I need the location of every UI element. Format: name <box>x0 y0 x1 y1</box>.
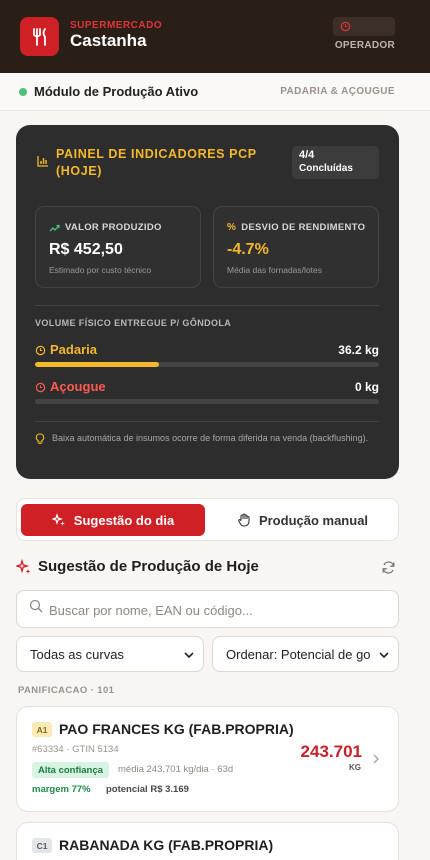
sparkles-icon <box>51 513 65 526</box>
refresh-icon[interactable] <box>381 560 396 575</box>
bakery-progress-bar <box>35 362 379 367</box>
kpi-dashboard: PAINEL DE INDICADORES PCP (HOJE) 4/4 Con… <box>16 125 399 479</box>
mode-tabs: Sugestão do dia Produção manual <box>16 498 399 541</box>
dashboard-title: PAINEL DE INDICADORES PCP (HOJE) <box>56 147 257 178</box>
chevron-down-icon <box>378 649 390 661</box>
kpi-subtitle: Estimado por custo técnico <box>49 265 152 275</box>
lightbulb-icon <box>35 433 45 445</box>
percent-icon: % <box>227 222 237 233</box>
potential-text: potencial R$ 3.169 <box>106 784 189 795</box>
clock-icon <box>35 345 46 356</box>
kpi-produced-value: VALOR PRODUZIDO R$ 452,50 Estimado por c… <box>35 206 201 288</box>
kpi-subtitle: Média das fornadas/lotes <box>227 265 322 275</box>
user-menu[interactable] <box>333 17 395 36</box>
backflush-note: Baixa automática de insumos ocorre de fo… <box>52 433 369 443</box>
sector-label: PADARIA & AÇOUGUE <box>280 86 395 97</box>
product-name: RABANADA KG (FAB.PROPRIA) <box>59 837 274 853</box>
kpi-label: DESVIO DE RENDIMENTO <box>241 222 366 233</box>
module-status: Módulo de Produção Ativo <box>34 84 199 99</box>
bakery-label: Padaria <box>50 342 97 357</box>
clock-icon <box>35 382 46 393</box>
status-dot <box>19 88 27 96</box>
divider <box>35 421 379 422</box>
app-header: SUPERMERCADO Castanha OPERADOR <box>0 0 430 73</box>
hand-icon <box>238 513 250 527</box>
clock-icon <box>340 21 351 32</box>
volume-label: VOLUME FÍSICO ENTREGUE P/ GÔNDOLA <box>35 318 232 328</box>
search-box <box>16 590 399 628</box>
butcher-progress-bar <box>35 399 379 404</box>
curve-filter-select[interactable]: Todas as curvas <box>16 636 204 672</box>
butcher-label: Açougue <box>50 379 106 394</box>
chevron-right-icon <box>373 754 380 764</box>
search-input[interactable] <box>49 600 389 620</box>
logo <box>20 17 59 56</box>
tab-label: Sugestão do dia <box>73 512 175 528</box>
bar-chart-icon <box>37 156 48 167</box>
search-icon <box>29 599 43 613</box>
bakery-value: 36.2 kg <box>338 343 379 357</box>
sparkles-icon <box>16 559 31 574</box>
brand-subtitle: SUPERMERCADO <box>70 20 163 31</box>
kpi-label: VALOR PRODUZIDO <box>65 222 162 233</box>
completed-count: 4/4 <box>299 149 315 161</box>
divider <box>35 305 379 306</box>
chevron-down-icon <box>184 652 194 659</box>
group-label: PANIFICACAO · 101 <box>18 685 115 696</box>
sort-select[interactable]: Ordenar: Potencial de go <box>212 636 399 672</box>
margin-text: margem 77% <box>32 784 91 795</box>
product-name: PAO FRANCES KG (FAB.PROPRIA) <box>59 721 294 737</box>
completed-label: Concluídas <box>299 163 353 174</box>
brand-name: Castanha <box>70 31 147 50</box>
confidence-badge: Alta confiança <box>32 762 109 778</box>
curve-badge: A1 <box>32 722 52 737</box>
product-card[interactable]: A1 PAO FRANCES KG (FAB.PROPRIA) #63334 ·… <box>16 706 399 812</box>
select-value: Ordenar: Potencial de go <box>226 647 371 662</box>
tab-manual[interactable]: Produção manual <box>209 504 396 536</box>
quantity-unit: KG <box>349 763 361 772</box>
curve-badge: C1 <box>32 838 52 853</box>
section-title: Sugestão de Produção de Hoje <box>38 558 259 575</box>
bakery-progress-fill <box>35 362 159 367</box>
average-text: média 243.701 kg/dia · 63d <box>118 764 234 775</box>
kpi-value: R$ 452,50 <box>49 241 123 258</box>
product-meta: #63334 · GTIN 5134 <box>32 744 119 755</box>
kpi-value: -4.7% <box>227 241 269 258</box>
fork-knife-icon <box>32 27 46 46</box>
select-value: Todas as curvas <box>30 647 124 662</box>
tab-label: Produção manual <box>258 512 369 528</box>
tab-suggestion[interactable]: Sugestão do dia <box>21 504 205 536</box>
suggested-quantity: 243.701 <box>300 742 362 761</box>
trending-up-icon <box>49 224 60 231</box>
product-card[interactable]: C1 RABANADA KG (FAB.PROPRIA) <box>16 822 399 860</box>
completed-badge: 4/4 Concluídas <box>292 146 379 179</box>
user-role: OPERADOR <box>334 40 395 51</box>
kpi-yield-deviation: % DESVIO DE RENDIMENTO -4.7% Média das f… <box>213 206 379 288</box>
butcher-value: 0 kg <box>354 380 379 394</box>
